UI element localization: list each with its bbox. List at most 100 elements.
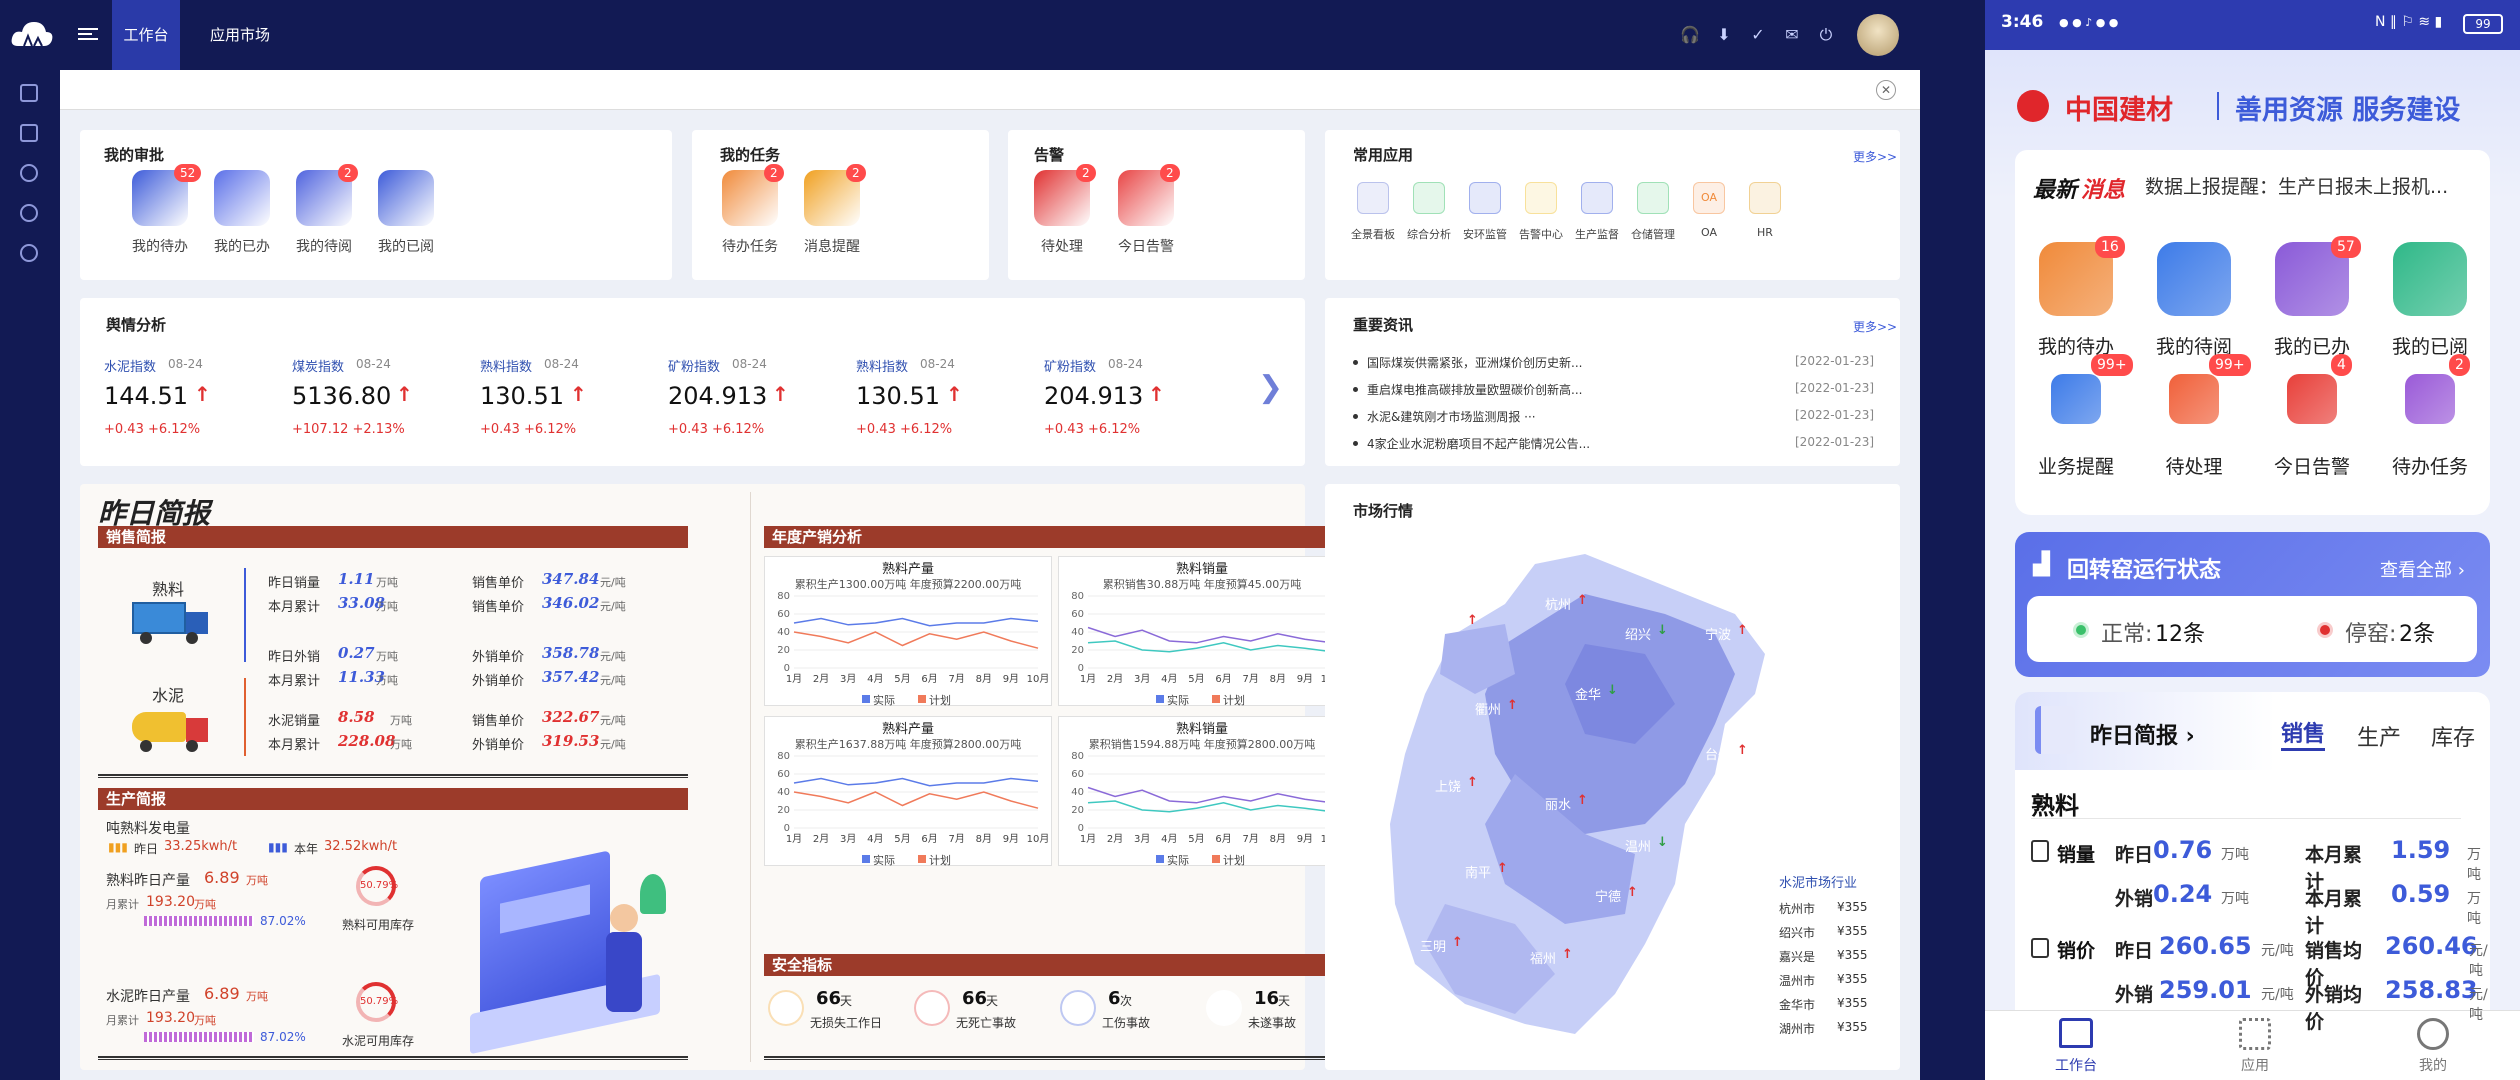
phone-app-icon[interactable] bbox=[2287, 374, 2337, 424]
trend-arrow-icon: ↑ bbox=[1507, 698, 1518, 713]
phone-app-icon[interactable] bbox=[2405, 374, 2455, 424]
mail-icon[interactable]: ✉ bbox=[1782, 25, 1802, 45]
sentiment-title: 舆情分析 bbox=[106, 316, 167, 334]
app-icon[interactable] bbox=[1357, 182, 1389, 214]
sidebar-info-icon[interactable] bbox=[20, 204, 38, 222]
bullet-icon bbox=[1353, 360, 1358, 365]
x-tick-label: 8月 bbox=[976, 673, 992, 685]
phone-app-label[interactable]: 业务提醒 bbox=[2017, 452, 2135, 479]
app-icon[interactable] bbox=[1637, 182, 1669, 214]
task-icon[interactable] bbox=[214, 170, 270, 226]
item-label[interactable]: 今日告警 bbox=[1096, 236, 1196, 256]
app-icon[interactable] bbox=[1749, 182, 1781, 214]
x-tick-label: 7月 bbox=[948, 833, 964, 845]
price-unit: 元/吨 bbox=[600, 600, 626, 613]
bottom-nav-apps[interactable]: 应用 bbox=[2241, 1055, 2269, 1075]
phone-app-icon[interactable] bbox=[2051, 374, 2101, 424]
phone-brief-title[interactable]: 昨日简报 › bbox=[2090, 718, 2195, 750]
task-icon[interactable] bbox=[378, 170, 434, 226]
line-chart: 80 60 40 20 01月 2月 3月 4月 5月 6月 7月 8月 9月 10月 bbox=[777, 591, 1049, 685]
apps-grid-icon[interactable] bbox=[2239, 1018, 2271, 1050]
index-name: 煤炭指数 bbox=[292, 360, 345, 375]
check-circle-icon[interactable]: ✓ bbox=[1748, 25, 1768, 45]
news-date: [2022-01-23] bbox=[1795, 381, 1875, 395]
common-apps-card: 常用应用 更多>> 全景看板 综合分析 安环监管 告警中心 生产监督 仓储管理 OA OA HR bbox=[1325, 130, 1900, 280]
safety-unit: 天 bbox=[840, 994, 853, 1008]
app-label[interactable]: 综合分析 bbox=[1397, 226, 1461, 242]
sidebar-chart-icon[interactable] bbox=[20, 164, 38, 182]
up-arrow-icon: ↑ bbox=[1148, 382, 1165, 406]
app-icon[interactable] bbox=[1469, 182, 1501, 214]
news-item[interactable]: 4家企业水泥粉磨项目不起产能情况公告... bbox=[1367, 435, 1590, 452]
news-item[interactable]: 重启煤电推高碳排放量欧盟碳价创新高... bbox=[1367, 381, 1582, 398]
app-icon[interactable] bbox=[1525, 182, 1557, 214]
app-icon[interactable] bbox=[1581, 182, 1613, 214]
tab-app-market[interactable]: 应用市场 bbox=[200, 0, 280, 70]
home-icon[interactable] bbox=[2059, 1018, 2093, 1048]
news-more-link[interactable]: 更多>> bbox=[1853, 318, 1897, 335]
news-item[interactable]: 国际煤炭供需紧张，亚洲煤价创历史新... bbox=[1367, 354, 1582, 371]
price-label: 销售单价 bbox=[472, 714, 525, 729]
bottom-nav-me[interactable]: 我的 bbox=[2419, 1055, 2447, 1075]
news-label-b: 消息 bbox=[2081, 178, 2126, 203]
sales-unit: 万吨 bbox=[376, 674, 398, 687]
close-tab-button[interactable]: ✕ bbox=[1876, 80, 1896, 100]
phone-brand: 中国建材 bbox=[2065, 95, 2173, 126]
x-tick-label: 2月 bbox=[1107, 833, 1123, 845]
power-icon[interactable]: ⏻ bbox=[1816, 25, 1836, 45]
apps-more-link[interactable]: 更多>> bbox=[1853, 148, 1897, 165]
item-label[interactable]: 消息提醒 bbox=[782, 236, 882, 256]
trend-arrow-icon: ↑ bbox=[1737, 623, 1748, 638]
phone-tab-production[interactable]: 生产 bbox=[2357, 720, 2401, 752]
phone-app-label[interactable]: 待处理 bbox=[2135, 452, 2253, 479]
map-city-label: 福州 bbox=[1530, 952, 1557, 967]
y-tick-label: 60 bbox=[777, 769, 790, 780]
phone-app-icon[interactable] bbox=[2157, 242, 2231, 316]
item-label[interactable]: 我的已阅 bbox=[356, 236, 456, 256]
app-label[interactable]: 告警中心 bbox=[1509, 226, 1573, 242]
cement-label: 水泥 bbox=[152, 686, 185, 705]
trend-arrow-icon: ↑ bbox=[1452, 935, 1463, 950]
kiln-view-all-link[interactable]: 查看全部 › bbox=[2380, 556, 2465, 582]
y-tick-label: 20 bbox=[1071, 645, 1084, 656]
ring-gauge: 50.79% bbox=[356, 866, 398, 906]
app-label[interactable]: HR bbox=[1733, 226, 1797, 239]
menu-toggle-icon[interactable] bbox=[78, 25, 98, 45]
sidebar-dashboard-icon[interactable] bbox=[20, 84, 38, 102]
app-icon[interactable] bbox=[1413, 182, 1445, 214]
x-tick-label: 5月 bbox=[1188, 833, 1204, 845]
power-yesterday-label: 昨日 bbox=[134, 842, 159, 856]
phone-app-label[interactable]: 待办任务 bbox=[2371, 452, 2489, 479]
download-icon[interactable]: ⬇ bbox=[1714, 25, 1734, 45]
app-label[interactable]: OA bbox=[1677, 226, 1741, 239]
phone-tab-inventory[interactable]: 库存 bbox=[2431, 720, 2475, 752]
app-label[interactable]: 生产监督 bbox=[1565, 226, 1629, 242]
app-label[interactable]: 全景看板 bbox=[1341, 226, 1405, 242]
app-label[interactable]: 安环监管 bbox=[1453, 226, 1517, 242]
tab-workbench[interactable]: 工作台 bbox=[112, 0, 180, 70]
phone-app-label[interactable]: 今日告警 bbox=[2253, 452, 2371, 479]
avatar[interactable] bbox=[1857, 14, 1899, 56]
user-icon[interactable] bbox=[2417, 1018, 2449, 1050]
news-item[interactable]: 水泥&建筑刚才市场监测周报 ··· bbox=[1367, 408, 1536, 425]
safety-label: 工伤事故 bbox=[1102, 1016, 1151, 1030]
y-tick-label: 0 bbox=[784, 823, 790, 834]
signal-wifi-icon: N ∥ ⚐ ≋ ▮ bbox=[2375, 14, 2443, 30]
sentiment-next-arrow-icon[interactable]: ❯ bbox=[1258, 370, 1283, 405]
up-arrow-icon: ↑ bbox=[772, 382, 789, 406]
x-tick-label: 8月 bbox=[1270, 833, 1286, 845]
sidebar-document-icon[interactable] bbox=[20, 124, 38, 142]
phone-app-icon[interactable] bbox=[2393, 242, 2467, 316]
headset-icon[interactable]: 🎧 bbox=[1680, 25, 1700, 45]
index-date: 08-24 bbox=[732, 357, 767, 371]
bottom-nav-workbench[interactable]: 工作台 bbox=[2055, 1055, 2097, 1075]
y-tick-label: 0 bbox=[784, 663, 790, 674]
app-label[interactable]: 仓储管理 bbox=[1621, 226, 1685, 242]
phone-app-icon[interactable] bbox=[2169, 374, 2219, 424]
phone-app-label[interactable]: 我的已办 bbox=[2253, 332, 2371, 359]
phone-app-label[interactable]: 我的已阅 bbox=[2371, 332, 2489, 359]
app-icon[interactable]: OA bbox=[1693, 182, 1725, 214]
sidebar-settings-icon[interactable] bbox=[20, 244, 38, 262]
phone-tab-sales[interactable]: 销售 bbox=[2281, 716, 2326, 751]
trend-arrow-icon: ↑ bbox=[1467, 613, 1478, 628]
